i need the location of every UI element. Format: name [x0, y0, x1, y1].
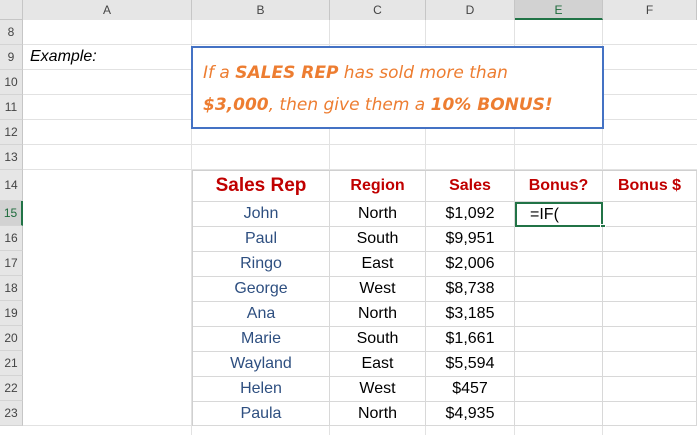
table-cell[interactable]: Paula	[193, 402, 330, 426]
table-cell[interactable]: $2,006	[426, 252, 515, 277]
row-header-21[interactable]: 21	[0, 351, 23, 376]
table-cell[interactable]	[603, 377, 697, 402]
row-header-15[interactable]: 15	[0, 201, 23, 226]
callout-line-2: $3,000, then give them a 10% BONUS!	[203, 95, 553, 115]
callout-line-1: If a SALES REP has sold more than	[203, 63, 508, 83]
callout-box[interactable]: If a SALES REP has sold more than $3,000…	[191, 46, 604, 129]
column-header-a[interactable]: A	[23, 0, 192, 20]
column-header-e[interactable]: E	[515, 0, 603, 20]
active-cell-formula[interactable]: =IF(	[515, 202, 603, 227]
row-header-16[interactable]: 16	[0, 226, 23, 251]
table-cell[interactable]	[515, 327, 603, 352]
row-header-18[interactable]: 18	[0, 276, 23, 301]
row-header-11[interactable]: 11	[0, 95, 23, 120]
table-cell[interactable]	[515, 302, 603, 327]
row-header-8[interactable]: 8	[0, 20, 23, 45]
column-header-c[interactable]: C	[330, 0, 426, 20]
table-cell[interactable]: Paul	[193, 227, 330, 252]
row-header-17[interactable]: 17	[0, 251, 23, 276]
table-cell[interactable]	[603, 202, 697, 227]
table-cell[interactable]: John	[193, 202, 330, 227]
header-region[interactable]: Region	[330, 171, 426, 202]
table-cell[interactable]: Helen	[193, 377, 330, 402]
table-cell[interactable]: $4,935	[426, 402, 515, 426]
select-all-corner[interactable]	[0, 0, 23, 20]
table-cell[interactable]	[603, 402, 697, 426]
table-cell[interactable]: Ana	[193, 302, 330, 327]
column-header-f[interactable]: F	[603, 0, 697, 20]
table-cell[interactable]: West	[330, 377, 426, 402]
row-header-9[interactable]: 9	[0, 45, 23, 70]
table-cell[interactable]	[515, 352, 603, 377]
row-header-22[interactable]: 22	[0, 376, 23, 401]
row-header-20[interactable]: 20	[0, 326, 23, 351]
table-cell[interactable]: West	[330, 277, 426, 302]
table-cell[interactable]	[515, 227, 603, 252]
column-header-b[interactable]: B	[192, 0, 330, 20]
table-cell[interactable]	[603, 277, 697, 302]
header-sales[interactable]: Sales	[426, 171, 515, 202]
table-cell[interactable]: North	[330, 202, 426, 227]
table-cell[interactable]	[603, 227, 697, 252]
row-header-19[interactable]: 19	[0, 301, 23, 326]
table-cell[interactable]	[603, 302, 697, 327]
table-cell[interactable]: $5,594	[426, 352, 515, 377]
table-cell[interactable]: $9,951	[426, 227, 515, 252]
table-cell[interactable]: $457	[426, 377, 515, 402]
header-bonus-amount[interactable]: Bonus $	[603, 171, 697, 202]
row-header-23[interactable]: 23	[0, 401, 23, 426]
table-cell[interactable]: East	[330, 352, 426, 377]
table-cell[interactable]: $1,661	[426, 327, 515, 352]
column-header-d[interactable]: D	[426, 0, 515, 20]
table-cell[interactable]: $3,185	[426, 302, 515, 327]
table-cell[interactable]	[603, 327, 697, 352]
row-header-13[interactable]: 13	[0, 145, 23, 170]
table-cell[interactable]	[603, 252, 697, 277]
table-cell[interactable]: South	[330, 227, 426, 252]
table-cell[interactable]: East	[330, 252, 426, 277]
gridline	[23, 144, 697, 145]
table-cell[interactable]	[603, 352, 697, 377]
table-cell[interactable]: North	[330, 402, 426, 426]
table-cell[interactable]: $8,738	[426, 277, 515, 302]
table-cell[interactable]: South	[330, 327, 426, 352]
table-cell[interactable]	[515, 377, 603, 402]
table-cell[interactable]	[515, 277, 603, 302]
header-bonus[interactable]: Bonus?	[515, 171, 603, 202]
table-cell[interactable]: $1,092	[426, 202, 515, 227]
sales-table: Sales Rep Region Sales Bonus? Bonus $ Jo…	[192, 170, 697, 426]
row-header-10[interactable]: 10	[0, 70, 23, 95]
table-cell[interactable]: Marie	[193, 327, 330, 352]
example-label: Example:	[30, 48, 97, 65]
row-header-12[interactable]: 12	[0, 120, 23, 145]
header-sales-rep[interactable]: Sales Rep	[193, 171, 330, 202]
gridline	[23, 44, 697, 45]
table-cell[interactable]: Wayland	[193, 352, 330, 377]
table-cell[interactable]	[515, 402, 603, 426]
row-header-14[interactable]: 14	[0, 170, 23, 201]
table-cell[interactable]	[515, 252, 603, 277]
table-cell[interactable]: Ringo	[193, 252, 330, 277]
table-cell[interactable]: George	[193, 277, 330, 302]
table-cell[interactable]: North	[330, 302, 426, 327]
